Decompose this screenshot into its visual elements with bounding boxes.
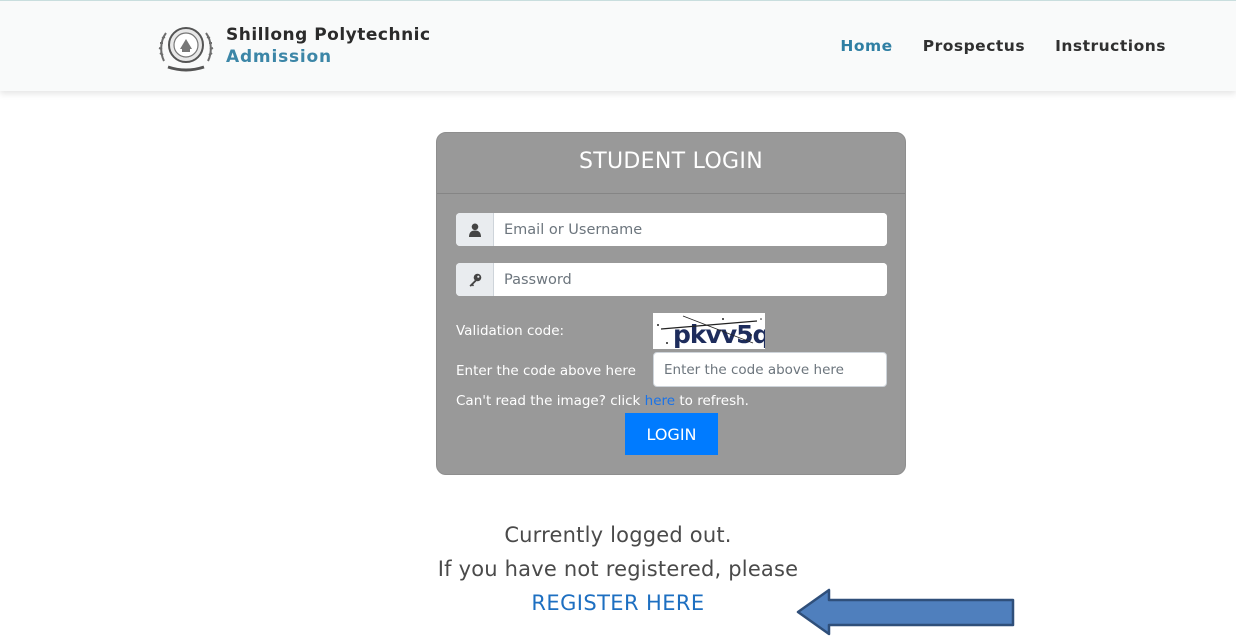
captcha-image: pkvv5q xyxy=(653,313,770,349)
top-navbar: Shillong Polytechnic Admission Home Pros… xyxy=(0,0,1236,91)
brand[interactable]: Shillong Polytechnic Admission xyxy=(158,21,431,73)
brand-subtitle: Admission xyxy=(226,47,332,67)
validation-code-label: Validation code: xyxy=(456,323,565,339)
username-group xyxy=(456,213,887,246)
password-input[interactable] xyxy=(494,263,887,296)
login-title: STUDENT LOGIN xyxy=(437,133,905,194)
logged-out-message: Currently logged out. xyxy=(504,523,732,547)
register-prompt: If you have not registered, please xyxy=(437,557,799,581)
main-nav: Home Prospectus Instructions xyxy=(810,37,1166,55)
refresh-suffix: to refresh. xyxy=(675,393,749,409)
student-login-card: STUDENT LOGIN Validation code: pkvv5q xyxy=(436,132,906,475)
login-button[interactable]: LOGIN xyxy=(625,413,718,455)
captcha-refresh-text: Can't read the image? click here to refr… xyxy=(456,393,749,409)
refresh-prefix: Can't read the image? click xyxy=(456,393,645,409)
user-icon xyxy=(456,213,494,246)
left-arrow-annotation-icon xyxy=(796,588,1015,636)
register-here-link[interactable]: REGISTER HERE xyxy=(531,591,704,615)
login-status: Currently logged out. If you have not re… xyxy=(0,518,1236,620)
nav-home[interactable]: Home xyxy=(840,37,892,55)
college-crest-icon xyxy=(158,27,214,72)
code-entry-label: Enter the code above here xyxy=(456,363,636,379)
refresh-captcha-link[interactable]: here xyxy=(645,393,675,409)
nav-instructions[interactable]: Instructions xyxy=(1055,37,1166,55)
key-icon xyxy=(456,263,494,296)
brand-title: Shillong Polytechnic xyxy=(226,25,431,45)
username-input[interactable] xyxy=(494,213,887,246)
nav-prospectus[interactable]: Prospectus xyxy=(923,37,1025,55)
password-group xyxy=(456,263,887,296)
captcha-code-input[interactable] xyxy=(653,352,887,387)
